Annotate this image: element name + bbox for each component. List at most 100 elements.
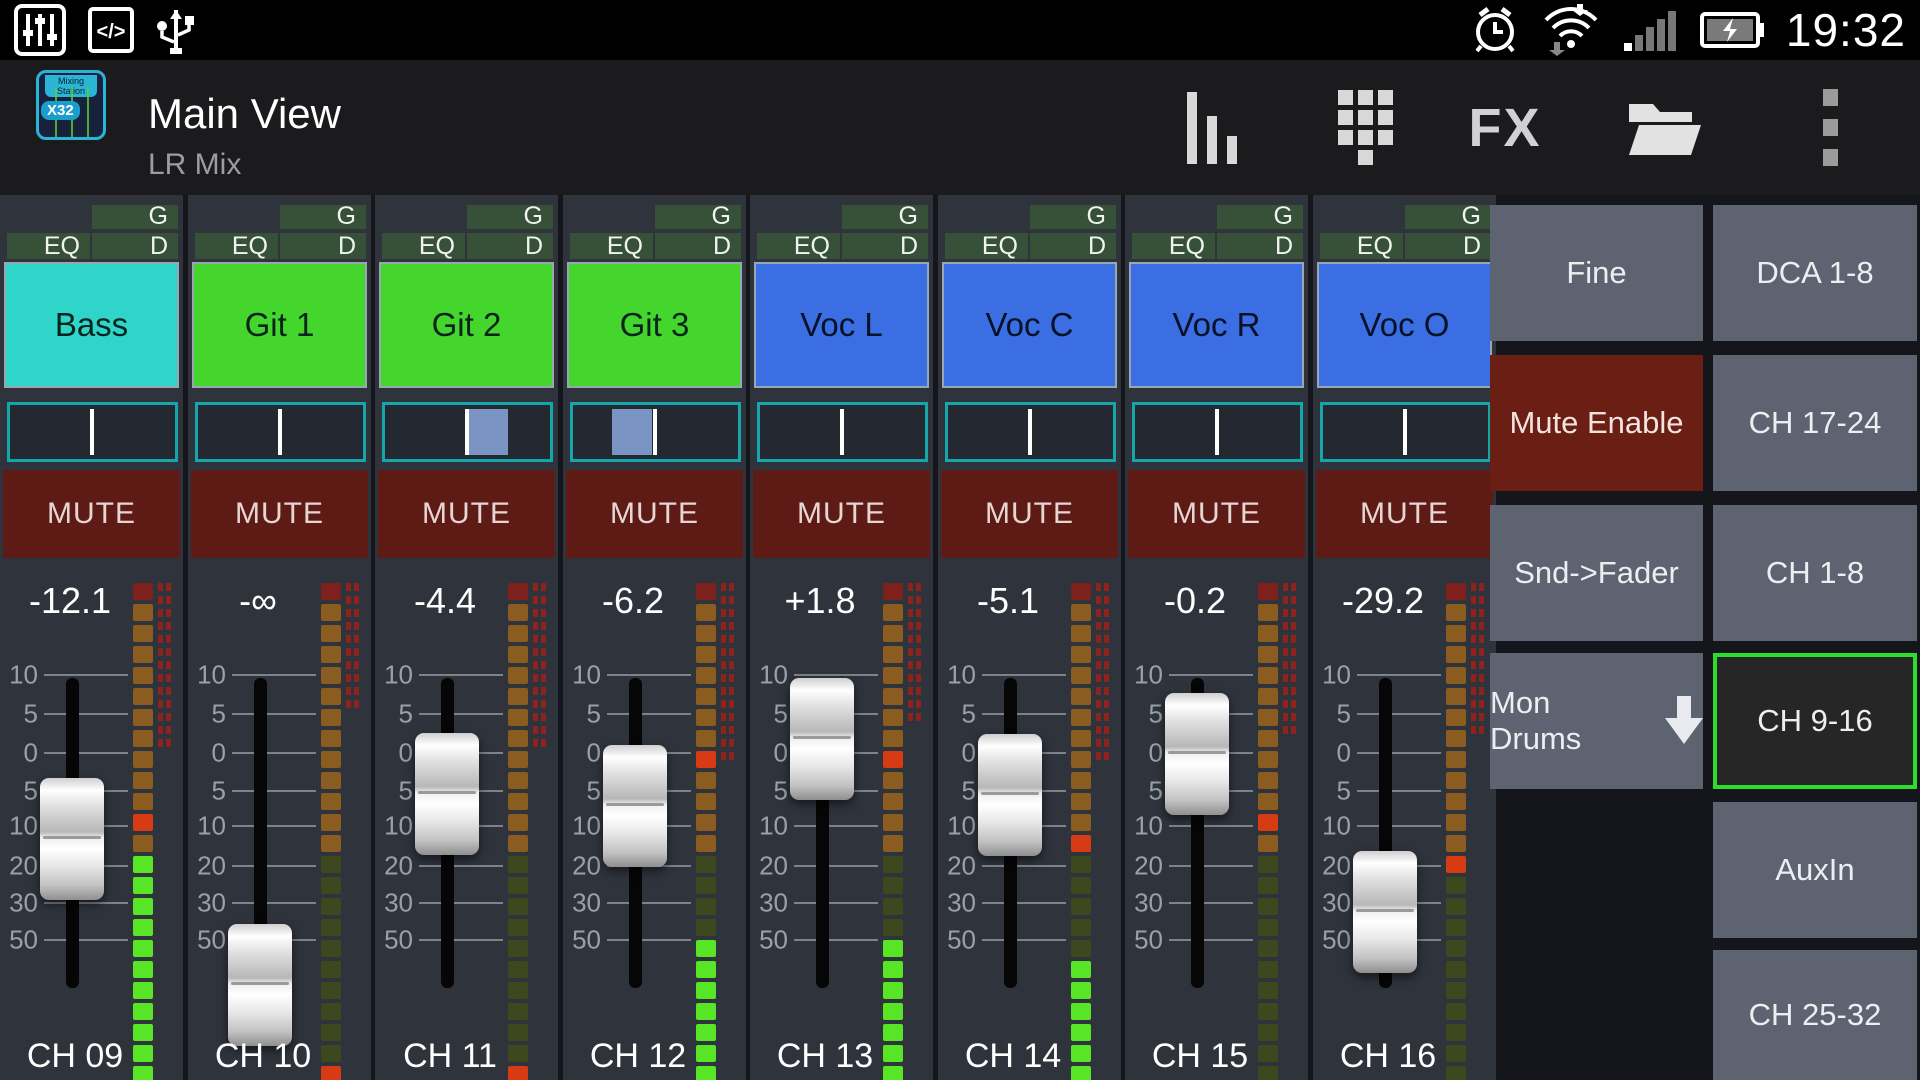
sidebar-button-dca-1-8[interactable]: DCA 1-8 (1713, 205, 1917, 341)
mute-button[interactable]: MUTE (1128, 470, 1305, 558)
level-meter-segment (1258, 982, 1278, 999)
eq-button[interactable]: EQ (1132, 233, 1215, 259)
level-meter-segment (508, 1066, 528, 1080)
level-meter-segment (133, 835, 153, 852)
eq-button[interactable]: EQ (382, 233, 465, 259)
fader-handle[interactable] (603, 745, 667, 867)
level-meter-segment (696, 1045, 716, 1062)
dynamics-button[interactable]: D (655, 233, 741, 259)
gain-reduction-segment (346, 609, 359, 617)
gain-reduction-segment (533, 648, 546, 656)
channel-name-button[interactable]: Git 1 (192, 262, 367, 388)
gain-reduction-segment (533, 635, 546, 643)
level-meter-segment (1071, 1066, 1091, 1080)
fader-handle[interactable] (1353, 851, 1417, 973)
overflow-menu-icon[interactable] (1800, 60, 1860, 195)
fader-tick (1357, 674, 1441, 676)
sidebar-button-fine[interactable]: Fine (1490, 205, 1703, 341)
pan-control[interactable] (7, 402, 178, 462)
eq-button[interactable]: EQ (195, 233, 278, 259)
pan-control[interactable] (757, 402, 928, 462)
gate-button[interactable]: G (842, 205, 928, 229)
channel-name-button[interactable]: Bass (4, 262, 179, 388)
mute-button[interactable]: MUTE (191, 470, 368, 558)
sidebar-button-ch-1-8[interactable]: CH 1-8 (1713, 505, 1917, 641)
sidebar-button-ch-9-16[interactable]: CH 9-16 (1713, 653, 1917, 789)
pan-center-line (653, 409, 657, 455)
fader-handle[interactable] (40, 778, 104, 900)
sidebar-button-label: DCA 1-8 (1756, 255, 1873, 291)
sidebar-button-ch-17-24[interactable]: CH 17-24 (1713, 355, 1917, 491)
channel-name-button[interactable]: Git 2 (379, 262, 554, 388)
gate-button[interactable]: G (92, 205, 178, 229)
channel-name-button[interactable]: Voc C (942, 262, 1117, 388)
eq-button[interactable]: EQ (1320, 233, 1403, 259)
level-meter-segment (133, 856, 153, 873)
pan-control[interactable] (1320, 402, 1491, 462)
eq-button[interactable]: EQ (945, 233, 1028, 259)
dynamics-button[interactable]: D (1217, 233, 1303, 259)
gate-button[interactable]: G (1405, 205, 1491, 229)
sidebar-button-ch-25-32[interactable]: CH 25-32 (1713, 950, 1917, 1080)
fader-handle[interactable] (1165, 693, 1229, 815)
channel-keypad-icon[interactable] (1320, 60, 1410, 195)
level-meter-segment (1071, 919, 1091, 936)
channel-name-button[interactable]: Voc L (754, 262, 929, 388)
scenes-folder-icon[interactable] (1610, 60, 1720, 195)
pan-control[interactable] (945, 402, 1116, 462)
mute-button[interactable]: MUTE (753, 470, 930, 558)
pan-control[interactable] (195, 402, 366, 462)
gate-button[interactable]: G (655, 205, 741, 229)
gate-button[interactable]: G (1030, 205, 1116, 229)
sidebar-button-mon-drums[interactable]: Mon Drums (1490, 653, 1703, 789)
gain-reduction-segment (533, 583, 546, 591)
pan-control[interactable] (382, 402, 553, 462)
gate-button[interactable]: G (467, 205, 553, 229)
fader-handle[interactable] (790, 678, 854, 800)
gate-button[interactable]: G (1217, 205, 1303, 229)
fader-db-value: +1.8 (750, 580, 890, 622)
channel-name-button[interactable]: Voc O (1317, 262, 1492, 388)
mute-button[interactable]: MUTE (566, 470, 743, 558)
level-meter-segment (1071, 667, 1091, 684)
channel-name-button[interactable]: Git 3 (567, 262, 742, 388)
fx-button[interactable]: FX (1450, 60, 1560, 195)
dynamics-button[interactable]: D (467, 233, 553, 259)
eq-button[interactable]: EQ (570, 233, 653, 259)
dynamics-button[interactable]: D (1030, 233, 1116, 259)
pan-control[interactable] (570, 402, 741, 462)
eq-button[interactable]: EQ (7, 233, 90, 259)
level-meter-segment (133, 982, 153, 999)
fader-tick (232, 752, 316, 754)
fader-tick-label: 30 (750, 888, 788, 919)
dynamics-button[interactable]: D (1405, 233, 1491, 259)
gate-button[interactable]: G (280, 205, 366, 229)
fader-handle[interactable] (228, 924, 292, 1046)
pan-control[interactable] (1132, 402, 1303, 462)
fader-handle[interactable] (978, 734, 1042, 856)
gain-reduction-segment (908, 674, 921, 682)
sidebar-button-snd-fader[interactable]: Snd->Fader (1490, 505, 1703, 641)
meters-icon[interactable] (1170, 60, 1260, 195)
mute-button[interactable]: MUTE (941, 470, 1118, 558)
dynamics-button[interactable]: D (280, 233, 366, 259)
level-meter-segment (883, 730, 903, 747)
channel-name-button[interactable]: Voc R (1129, 262, 1304, 388)
fader-tick-label: 10 (1313, 811, 1351, 842)
sidebar-button-auxin[interactable]: AuxIn (1713, 802, 1917, 938)
dynamics-button[interactable]: D (842, 233, 928, 259)
gain-reduction-segment (1471, 622, 1484, 630)
sidebar-button-mute-enable[interactable]: Mute Enable (1490, 355, 1703, 491)
level-meter-segment (1446, 625, 1466, 642)
fader-handle[interactable] (415, 733, 479, 855)
mute-button[interactable]: MUTE (1316, 470, 1493, 558)
mute-button[interactable]: MUTE (378, 470, 555, 558)
dynamics-button[interactable]: D (92, 233, 178, 259)
fader-tick-label: 50 (563, 925, 601, 956)
fader-tick-label: 30 (1313, 888, 1351, 919)
eq-button[interactable]: EQ (757, 233, 840, 259)
level-meter-segment (1446, 709, 1466, 726)
fader-tick (419, 939, 503, 941)
gain-reduction-segment (908, 609, 921, 617)
mute-button[interactable]: MUTE (3, 470, 180, 558)
